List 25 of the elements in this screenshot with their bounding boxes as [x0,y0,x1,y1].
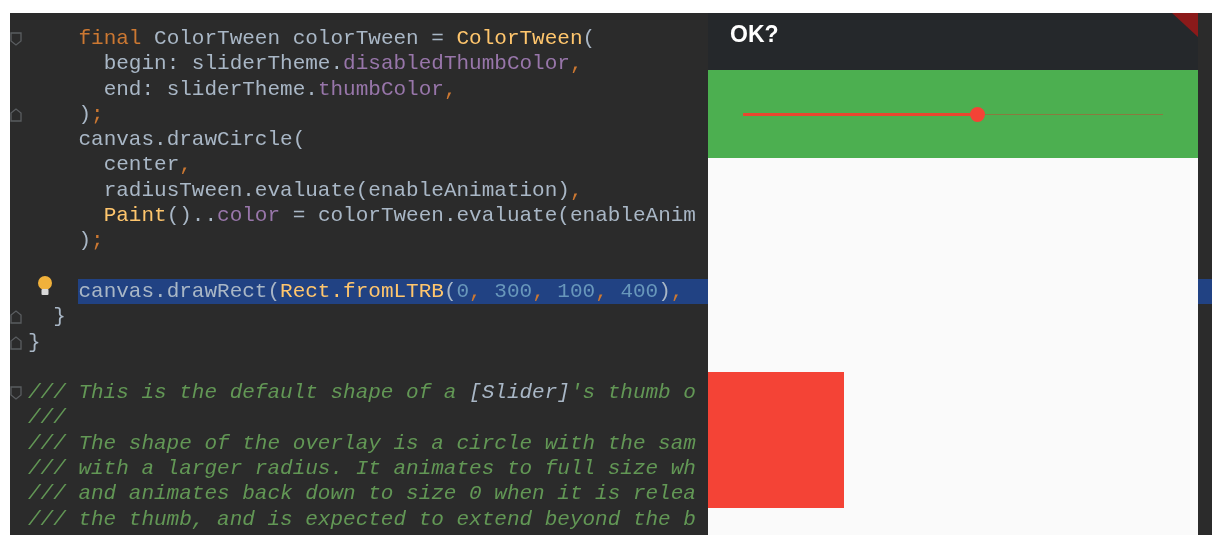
code-line: begin: sliderTheme.disabledThumbColor, [103,51,584,77]
fold-icon[interactable] [10,310,22,325]
app-title: OK? [730,20,779,49]
code-line: canvas.drawCircle( [78,127,307,153]
code-line: ); [78,228,105,254]
code-line: ); [78,101,105,128]
code-line: /// with a larger radius. It animates to full size wh [28,456,697,482]
code-line: radiusTween.evaluate(enableAnimation), [103,177,584,204]
selection-highlight [1198,279,1212,305]
code-line: } [53,304,67,330]
code-line: center, [103,152,193,178]
fold-icon[interactable] [10,32,22,46]
fold-icon[interactable] [10,107,22,122]
code-line: /// The shape of the overlay is a circle with the sam [28,430,697,457]
code-line: /// and animates back down to size 0 when it is relea [28,481,697,507]
code-line: Paint()..color = colorTween.evaluate(enableAnim [103,203,697,229]
fold-icon[interactable] [10,335,22,350]
code-line: end: sliderTheme.thumbColor, [103,76,458,102]
slider[interactable] [743,106,1163,122]
fold-icon[interactable] [10,386,22,401]
code-line: /// This is the default shape of a [Slider]'s thumb o [28,380,697,406]
code-line: final ColorTween colorTween = ColorTween( [78,26,597,52]
code-line: /// [28,405,68,431]
code-line: } [28,329,42,355]
code-line: /// the thumb, and is expected to extend beyond the b [28,506,697,532]
